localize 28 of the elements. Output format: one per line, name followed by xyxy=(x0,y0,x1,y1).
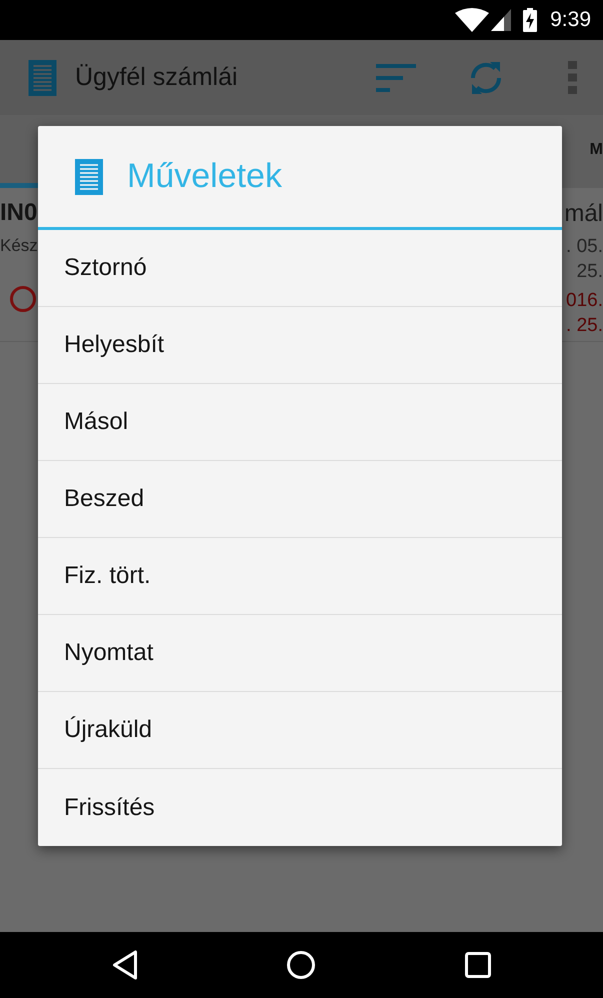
dialog-title: Műveletek xyxy=(127,156,282,197)
app-title: Ügyfél számlái xyxy=(75,62,238,93)
sort-icon xyxy=(376,64,416,92)
invoice-date: 016. xyxy=(566,289,603,313)
menu-item[interactable]: Másol xyxy=(38,384,562,461)
menu-item[interactable]: Fiz. tört. xyxy=(38,538,562,615)
invoice-number: IN0 xyxy=(0,200,38,226)
menu-item[interactable]: Helyesbít xyxy=(38,307,562,384)
signal-icon xyxy=(491,9,512,31)
clock-time: 9:39 xyxy=(550,7,591,34)
invoice-date: . 05. xyxy=(566,235,603,259)
menu-item[interactable]: Nyomtat xyxy=(38,615,562,692)
invoice-date: 25. xyxy=(576,260,603,284)
document-icon xyxy=(28,60,57,96)
home-icon xyxy=(287,951,315,979)
invoice-status: Kész xyxy=(0,235,38,257)
invoice-date: . 25. xyxy=(566,314,603,338)
more-icon xyxy=(568,61,576,94)
menu-item[interactable]: Beszed xyxy=(38,461,562,538)
status-ring-icon xyxy=(10,286,36,312)
menu-item[interactable]: Sztornó xyxy=(38,230,562,307)
document-icon xyxy=(75,158,103,194)
menu-item[interactable]: Frissítés xyxy=(38,769,562,846)
invoice-title: mál xyxy=(564,200,603,228)
back-icon xyxy=(112,950,138,980)
menu-item[interactable]: Újraküld xyxy=(38,692,562,769)
recents-icon xyxy=(465,952,491,978)
battery-charging-icon xyxy=(523,8,538,32)
